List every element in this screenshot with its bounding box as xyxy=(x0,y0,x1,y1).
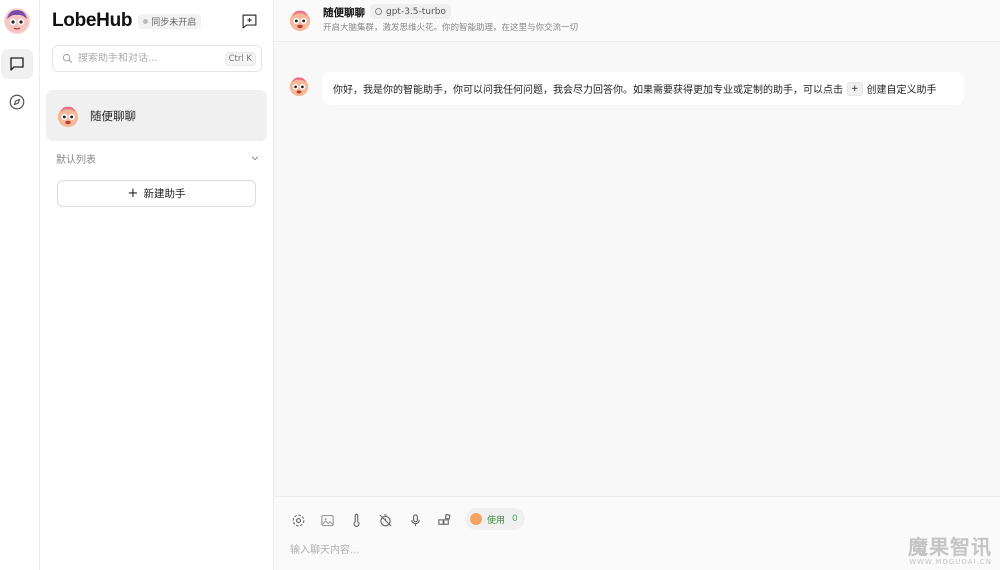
token-usage-badge[interactable]: 使用 0 xyxy=(465,508,525,530)
welcome-message: 你好，我是你的智能助手，你可以问我任何问题，我会尽力回答你。如果需要获得更加专业… xyxy=(322,72,964,105)
model-name: gpt-3.5-turbo xyxy=(386,6,446,17)
message-plus-icon xyxy=(242,14,256,28)
chat-header: 随便聊聊 gpt-3.5-turbo 开启大脑集群，激发思维火花。你的智能助理，… xyxy=(274,0,1000,42)
chat-header-avatar[interactable] xyxy=(288,8,312,35)
chat-icon xyxy=(10,57,24,71)
token-label: 使用 xyxy=(487,515,506,526)
group-label: 默认列表 xyxy=(56,154,96,166)
app-logo-text: LobeHub xyxy=(52,10,133,31)
welcome-text: 你好，我是你的智能助手，你可以问我任何问题，我会尽力回答你。如果需要获得更加专业… xyxy=(333,85,843,96)
timer-off-icon xyxy=(378,513,392,527)
image-icon xyxy=(320,514,334,526)
voice-input-button[interactable] xyxy=(405,510,425,530)
model-tag[interactable]: gpt-3.5-turbo xyxy=(370,4,451,19)
plugin-icon xyxy=(437,513,450,525)
image-upload-button[interactable] xyxy=(317,510,337,530)
history-limit-button[interactable] xyxy=(375,510,395,530)
chat-nav-button[interactable] xyxy=(1,49,33,79)
brand: LobeHub 同步未开启 xyxy=(52,10,202,32)
session-title: 随便聊聊 xyxy=(90,108,136,123)
watermark-sub: WWW.MOGUOAI.CN xyxy=(909,558,992,566)
search-shortcut-hint: Ctrl K xyxy=(224,51,256,66)
chat-title: 随便聊聊 xyxy=(323,7,365,19)
assistant-avatar xyxy=(289,10,311,32)
compass-icon xyxy=(9,94,25,110)
chevron-down-icon xyxy=(251,156,259,161)
sync-status-badge[interactable]: 同步未开启 xyxy=(138,13,202,29)
model-icon xyxy=(375,8,382,15)
inline-plus-icon: + xyxy=(847,81,863,96)
welcome-text-tail: 创建自定义助手 xyxy=(866,85,937,96)
temperature-button[interactable] xyxy=(346,510,366,530)
plugin-button[interactable] xyxy=(434,510,454,530)
add-assistant-button[interactable]: + 新建助手 xyxy=(57,180,256,207)
chat-description: 开启大脑集群，激发思维火花。你的智能助理，在这里与你交流一切 xyxy=(323,23,579,33)
emoji-face-icon xyxy=(470,513,482,525)
chat-input-area: 使用 0 xyxy=(274,496,1000,570)
session-item[interactable]: 随便聊聊 xyxy=(46,90,267,141)
plus-icon: + xyxy=(127,186,139,201)
assistant-avatar xyxy=(57,106,79,127)
sync-status-label: 同步未开启 xyxy=(151,17,197,28)
message-avatar xyxy=(288,75,310,100)
search-box[interactable]: Ctrl K xyxy=(52,45,262,72)
thermometer-icon xyxy=(352,513,360,527)
session-sidebar: LobeHub 同步未开启 Ctrl K 随便聊聊 默认列表 xyxy=(40,0,274,570)
settings-icon xyxy=(292,514,304,526)
watermark-main: 魔果智讯 xyxy=(908,535,992,559)
microphone-icon xyxy=(410,513,420,526)
nav-rail xyxy=(0,0,40,570)
chat-main: 随便聊聊 gpt-3.5-turbo 开启大脑集群，激发思维火花。你的智能助理，… xyxy=(274,0,1000,570)
add-assistant-label: 新建助手 xyxy=(143,188,186,200)
chat-input[interactable] xyxy=(290,541,890,559)
search-input[interactable] xyxy=(78,53,225,64)
discover-nav-button[interactable] xyxy=(1,87,33,117)
sync-dot-icon xyxy=(143,18,149,24)
watermark: 魔果智讯 WWW.MOGUOAI.CN xyxy=(908,536,992,566)
new-chat-button[interactable] xyxy=(238,10,260,32)
user-avatar[interactable] xyxy=(4,8,30,34)
settings-button[interactable] xyxy=(288,510,308,530)
token-count: 0 xyxy=(512,514,518,524)
default-group-header[interactable]: 默认列表 xyxy=(56,151,260,166)
search-icon xyxy=(62,53,72,63)
assistant-avatar xyxy=(289,77,309,97)
